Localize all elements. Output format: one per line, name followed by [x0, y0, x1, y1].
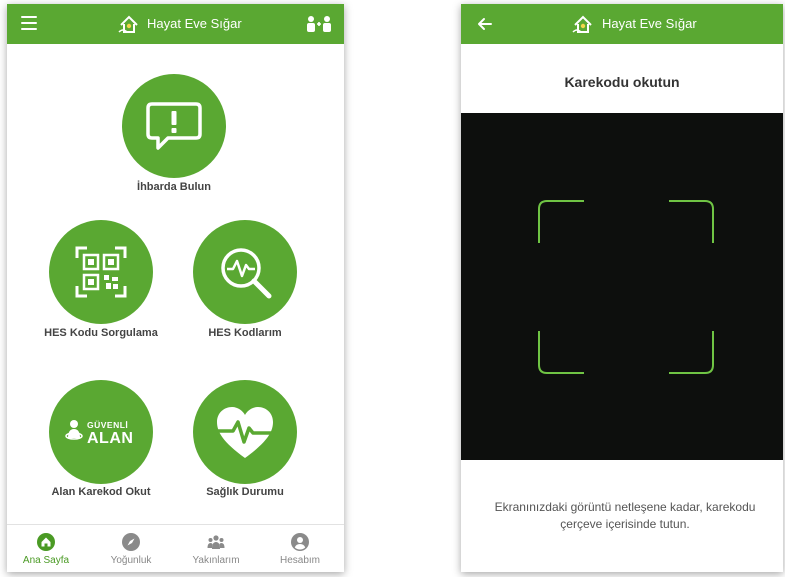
hamburger-menu-icon[interactable] — [21, 16, 37, 30]
app-logo-icon — [572, 15, 592, 33]
home-icon — [37, 533, 55, 551]
nav-account[interactable]: Hesabım — [265, 525, 335, 572]
nav-home[interactable]: Ana Sayfa — [11, 525, 81, 572]
account-icon — [291, 533, 309, 551]
camera-viewfinder — [461, 113, 783, 460]
safe-area-tile-label: Alan Karekod Okut — [51, 486, 151, 498]
report-tile-button[interactable] — [122, 74, 226, 178]
health-status-tile-button[interactable] — [193, 380, 297, 484]
top-app-bar: Hayat Eve Sığar — [7, 4, 344, 44]
scanner-app-title: Hayat Eve Sığar — [602, 16, 697, 31]
app-logo-icon — [118, 15, 138, 33]
person-scan-icon — [65, 420, 83, 440]
safe-area-tile-button[interactable]: GÜVENLİ ALAN — [49, 380, 153, 484]
scanner-top-app-bar: Hayat Eve Sığar — [461, 4, 783, 44]
scanner-heading: Karekodu okutun — [564, 74, 680, 90]
bottom-navigation: Ana Sayfa Yoğunluk Yakınlarım Hesabım — [7, 524, 344, 572]
app-title: Hayat Eve Sığar — [147, 16, 242, 31]
home-screen: Hayat Eve Sığar İhbarda Bulun HES Kodu S… — [7, 4, 344, 572]
nav-relatives[interactable]: Yakınlarım — [181, 525, 251, 572]
hes-query-tile-label: HES Kodu Sorgulama — [44, 327, 158, 339]
hes-codes-tile-label: HES Kodlarım — [208, 327, 282, 339]
report-tile-label: İhbarda Bulun — [137, 181, 211, 193]
nav-account-label: Hesabım — [279, 555, 320, 566]
safe-area-badge-main: ALAN — [87, 430, 134, 447]
group-icon — [207, 535, 225, 549]
nav-density[interactable]: Yoğunluk — [96, 525, 166, 572]
scanner-screen: Hayat Eve Sığar Karekodu okutun Ekranını… — [461, 4, 783, 572]
heart-pulse-icon — [215, 407, 275, 458]
nav-home-label: Ana Sayfa — [22, 555, 70, 566]
back-arrow-icon[interactable] — [475, 14, 495, 34]
nav-density-label: Yoğunluk — [110, 555, 152, 566]
hes-query-tile-button[interactable] — [49, 220, 153, 324]
safe-area-badge-top: GÜVENLİ — [87, 420, 129, 430]
family-switch-icon[interactable] — [306, 14, 332, 34]
health-status-tile-label: Sağlık Durumu — [206, 486, 284, 498]
magnifier-pulse-icon — [221, 248, 272, 299]
hes-codes-tile-button[interactable] — [193, 220, 297, 324]
qr-code-icon — [75, 246, 127, 298]
nav-relatives-label: Yakınlarım — [192, 555, 240, 566]
speech-alert-icon — [146, 102, 202, 150]
scanner-hint-text: Ekranınızdaki görüntü netleşene kadar, k… — [494, 500, 756, 531]
compass-icon — [122, 533, 140, 551]
scan-frame-corners — [538, 200, 714, 374]
